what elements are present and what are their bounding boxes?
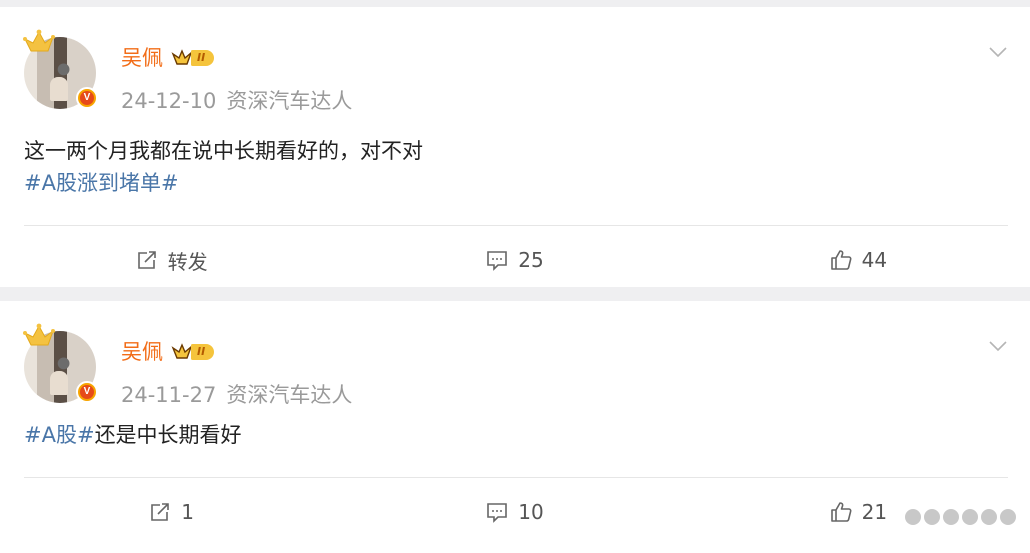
like-icon [830,250,852,270]
divider [24,225,1008,226]
post-source: 资深汽车达人 [226,89,353,113]
like-icon [830,502,852,522]
weibo-post-card: V 吴佩 II 24-12-10 资深汽车达人 这一两个月我都在说中长期看好的，对… [0,7,1030,287]
vip-level: II [191,50,215,66]
crown-icon [23,323,55,346]
post-text: 还是中长期看好 [94,423,242,447]
chevron-down-icon[interactable] [988,339,1008,353]
repost-count: 1 [181,500,195,524]
post-date[interactable]: 24-11-27 [121,383,216,407]
vip-level: II [191,344,215,360]
repost-icon [151,503,170,521]
post-meta: 24-12-10 资深汽车达人 [121,87,352,115]
action-bar: 1 10 21 [0,492,1030,532]
repost-button[interactable]: 转发 [0,240,343,280]
author-name[interactable]: 吴佩 [121,45,163,71]
like-button[interactable]: 44 [687,240,1030,280]
top-gap [0,0,1030,7]
crown-icon [23,29,55,52]
post-source: 资深汽车达人 [226,383,353,407]
post-text: 这一两个月我都在说中长期看好的，对不对 [24,139,423,163]
topic-tag[interactable]: #A股涨到堵单# [24,171,179,195]
repost-label: 转发 [167,249,208,274]
weibo-post-card: V 吴佩 II 24-11-27 资深汽车达人 #A股#还是中长期看好 1 10… [0,301,1030,553]
vip-icon[interactable]: II [171,47,215,69]
watermark-dots [905,509,1016,525]
author-name[interactable]: 吴佩 [121,339,163,365]
comment-icon [487,251,508,271]
avatar[interactable]: V [22,29,100,109]
comment-button[interactable]: 10 [343,492,686,532]
comment-icon [487,503,508,523]
divider [24,477,1008,478]
like-count: 44 [861,248,888,272]
like-count: 21 [861,500,888,524]
verified-icon: V [76,381,98,403]
action-bar: 转发 25 44 [0,240,1030,280]
post-date[interactable]: 24-12-10 [121,89,216,113]
repost-icon [137,251,156,269]
comment-count: 10 [518,500,544,524]
comment-button[interactable]: 25 [343,240,686,280]
comment-count: 25 [518,248,544,272]
topic-tag[interactable]: #A股# [24,423,95,447]
post-content: #A股#还是中长期看好 [24,419,242,451]
chevron-down-icon[interactable] [988,45,1008,59]
vip-icon[interactable]: II [171,341,215,363]
repost-button[interactable]: 1 [0,492,343,532]
post-meta: 24-11-27 资深汽车达人 [121,381,352,409]
avatar[interactable]: V [22,323,100,403]
verified-icon: V [76,87,98,109]
post-content: 这一两个月我都在说中长期看好的，对不对 #A股涨到堵单# [24,135,423,199]
